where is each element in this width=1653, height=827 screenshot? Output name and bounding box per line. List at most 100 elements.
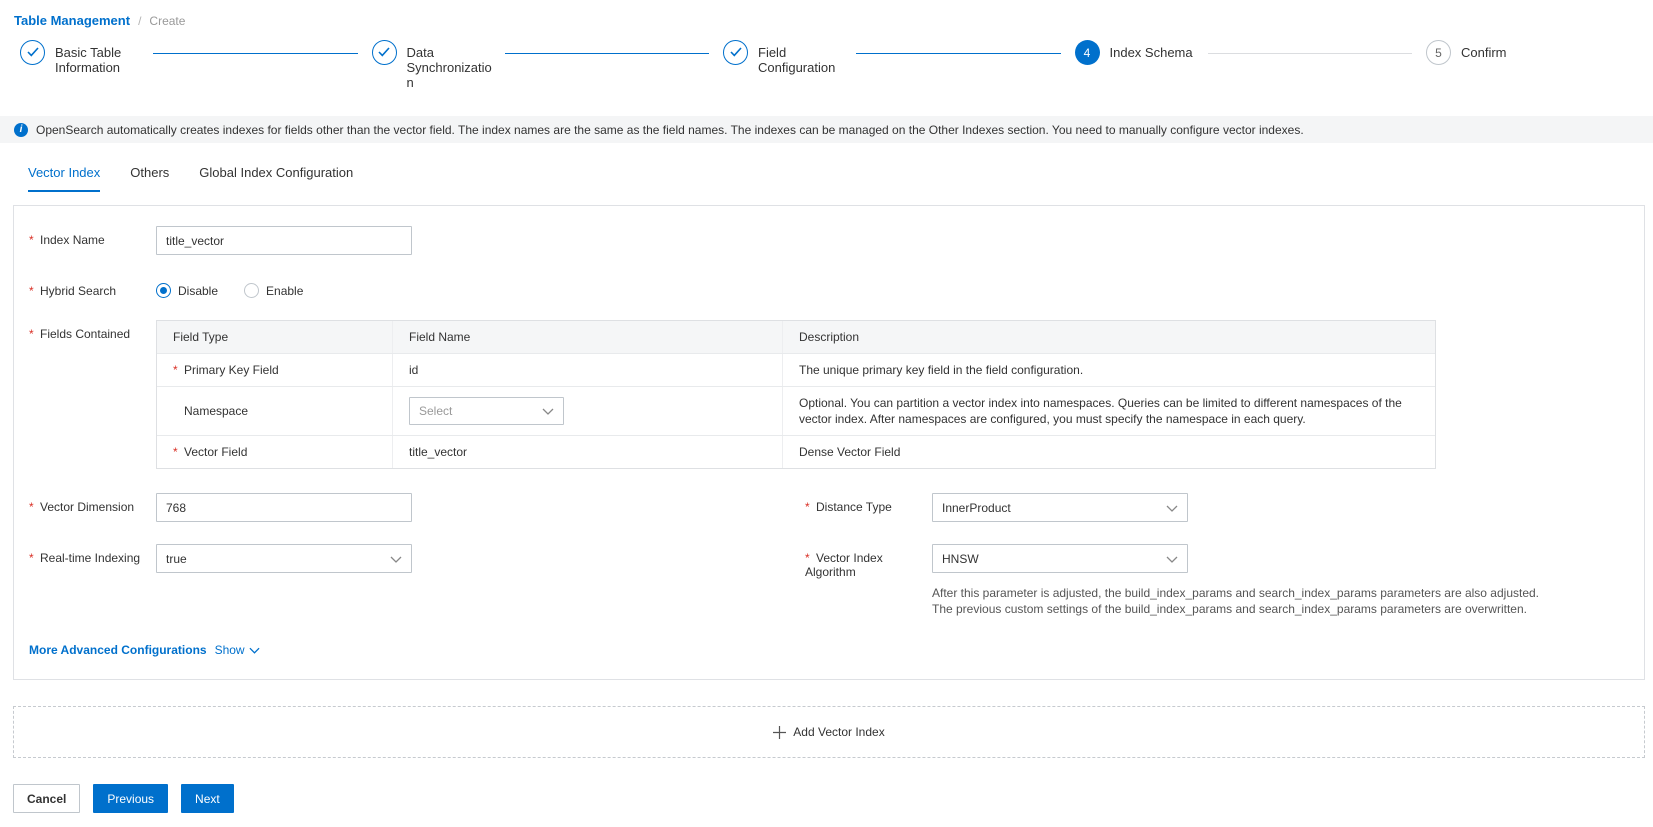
radio-enable[interactable]: Enable (244, 283, 303, 298)
column-header-field-name: Field Name (392, 321, 782, 353)
tab-others[interactable]: Others (130, 165, 169, 192)
previous-button[interactable]: Previous (93, 784, 168, 813)
required-asterisk: * (805, 500, 816, 514)
distance-type-select[interactable]: InnerProduct (932, 493, 1188, 522)
table-row-primary-key-field: *Primary Key Field id The unique primary… (157, 353, 1435, 386)
chevron-down-icon (542, 403, 554, 419)
field-description-cell: The unique primary key field in the fiel… (782, 354, 1435, 386)
step-basic-table-information: Basic Table Information (20, 40, 147, 75)
vector-index-algorithm-select[interactable]: HNSW (932, 544, 1188, 573)
realtime-indexing-value: true (166, 552, 187, 566)
namespace-select-placeholder: Select (419, 403, 452, 419)
radio-disable-label: Disable (178, 284, 218, 298)
footer-actions: Cancel Previous Next (13, 784, 1653, 813)
column-header-description: Description (782, 321, 1435, 353)
vector-dimension-label: *Vector Dimension (29, 493, 156, 522)
show-toggle-label: Show (215, 643, 245, 657)
chevron-down-icon (1166, 552, 1178, 566)
algorithm-help-text: After this parameter is adjusted, the bu… (932, 585, 1544, 617)
field-name-cell: title_vector (392, 436, 782, 468)
distance-type-value: InnerProduct (942, 501, 1011, 515)
required-asterisk: * (173, 362, 184, 378)
step-3-label: Field Configuration (758, 40, 850, 75)
chevron-down-icon (249, 643, 260, 657)
add-vector-index-label: Add Vector Index (793, 725, 884, 739)
step-2-circle (372, 40, 397, 65)
field-description-cell: Optional. You can partition a vector ind… (782, 387, 1435, 435)
index-name-label: *Index Name (29, 226, 156, 255)
field-type-text: Namespace (184, 403, 248, 419)
step-connector (1208, 53, 1413, 54)
tab-vector-index[interactable]: Vector Index (28, 165, 100, 192)
tab-global-index-configuration[interactable]: Global Index Configuration (199, 165, 353, 192)
realtime-indexing-label-text: Real-time Indexing (40, 551, 140, 565)
step-4-label: Index Schema (1110, 40, 1202, 65)
hybrid-search-label: *Hybrid Search (29, 277, 156, 298)
step-data-synchronization: Data Synchronization (372, 40, 499, 90)
step-4-number: 4 (1084, 46, 1091, 60)
add-vector-index-button[interactable]: Add Vector Index (13, 706, 1645, 758)
table-header-row: Field Type Field Name Description (157, 321, 1435, 353)
required-asterisk: * (29, 233, 40, 247)
vector-index-algorithm-label: *Vector Index Algorithm (805, 544, 932, 579)
field-type-text: Primary Key Field (184, 362, 279, 378)
more-advanced-configurations-link[interactable]: More Advanced Configurations Show (29, 643, 1644, 657)
breadcrumb-table-management[interactable]: Table Management (14, 13, 130, 28)
index-name-label-text: Index Name (40, 233, 105, 247)
info-icon: i (14, 123, 28, 137)
field-description-cell: Dense Vector Field (782, 436, 1435, 468)
chevron-down-icon (1166, 501, 1178, 515)
required-asterisk: * (173, 444, 184, 460)
step-index-schema: 4 Index Schema (1075, 40, 1202, 65)
show-toggle[interactable]: Show (215, 643, 260, 657)
vector-index-panel: *Index Name *Hybrid Search Disable Enabl… (13, 205, 1645, 680)
radio-selected-icon (156, 283, 171, 298)
breadcrumb: Table Management / Create (0, 0, 1653, 28)
check-icon (27, 46, 39, 60)
required-asterisk: * (29, 500, 40, 514)
step-5-circle: 5 (1426, 40, 1451, 65)
breadcrumb-separator: / (138, 14, 141, 28)
breadcrumb-current-create: Create (149, 14, 185, 28)
info-banner-text: OpenSearch automatically creates indexes… (36, 123, 1304, 137)
realtime-indexing-label: *Real-time Indexing (29, 544, 156, 579)
field-name-cell: Select (392, 387, 782, 435)
vector-dimension-input[interactable] (156, 493, 412, 522)
cancel-button[interactable]: Cancel (13, 784, 80, 813)
step-connector (153, 53, 358, 54)
required-asterisk: * (29, 284, 40, 298)
index-name-input[interactable] (156, 226, 412, 255)
fields-contained-label-text: Fields Contained (40, 327, 130, 341)
advanced-configurations-label: More Advanced Configurations (29, 643, 207, 657)
required-asterisk: * (29, 327, 40, 341)
fields-contained-label: *Fields Contained (29, 320, 156, 469)
realtime-algorithm-row: *Real-time Indexing true *Vector Index A… (29, 544, 1644, 579)
vector-index-algorithm-label-text: Vector Index Algorithm (805, 551, 883, 579)
radio-disable[interactable]: Disable (156, 283, 218, 298)
step-confirm: 5 Confirm (1426, 40, 1553, 65)
field-type-cell: *Vector Field (157, 436, 392, 468)
plus-icon (773, 726, 786, 739)
step-4-circle: 4 (1075, 40, 1100, 65)
distance-type-label: *Distance Type (805, 493, 932, 522)
required-asterisk: * (29, 551, 40, 565)
step-field-configuration: Field Configuration (723, 40, 850, 75)
step-3-circle (723, 40, 748, 65)
radio-enable-label: Enable (266, 284, 303, 298)
vector-index-algorithm-value: HNSW (942, 552, 979, 566)
step-5-number: 5 (1435, 46, 1442, 60)
step-5-label: Confirm (1461, 40, 1553, 65)
index-tabs: Vector Index Others Global Index Configu… (0, 143, 1653, 192)
hybrid-search-radio-group: Disable Enable (156, 277, 329, 298)
dimension-distance-row: *Vector Dimension *Distance Type InnerPr… (29, 493, 1644, 522)
fields-contained-table: Field Type Field Name Description *Prima… (156, 320, 1436, 469)
field-type-cell: *Primary Key Field (157, 354, 392, 386)
next-button[interactable]: Next (181, 784, 234, 813)
namespace-select[interactable]: Select (409, 397, 564, 425)
realtime-indexing-select[interactable]: true (156, 544, 412, 573)
check-icon (378, 46, 390, 60)
column-header-field-type: Field Type (157, 321, 392, 353)
hybrid-search-row: *Hybrid Search Disable Enable (29, 277, 1644, 298)
step-connector (856, 53, 1061, 54)
field-name-cell: id (392, 354, 782, 386)
